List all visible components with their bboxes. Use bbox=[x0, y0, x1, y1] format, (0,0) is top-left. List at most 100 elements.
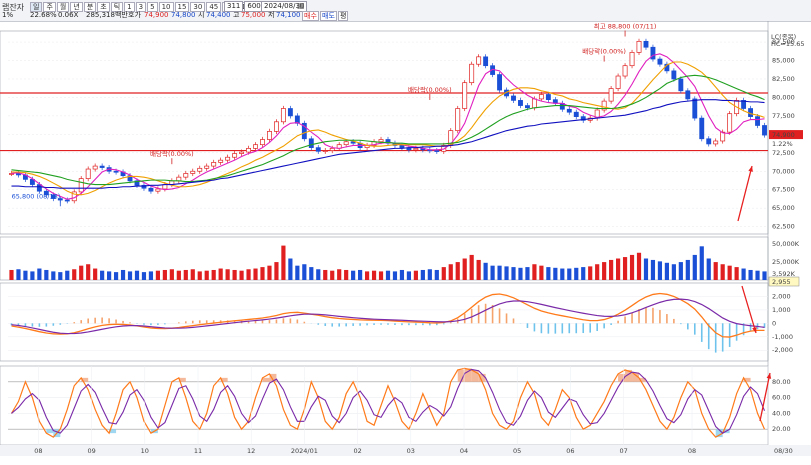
macd-osc-bar bbox=[624, 316, 626, 324]
volume-bar bbox=[344, 269, 349, 280]
volume-bar bbox=[58, 272, 63, 280]
amount: 285,318백만 bbox=[86, 11, 128, 19]
volume-bar bbox=[232, 269, 237, 280]
price-tick-label: 65,000 bbox=[772, 204, 795, 212]
volume-bar bbox=[274, 262, 279, 280]
volume-bar bbox=[218, 268, 223, 280]
price-tick-label: 85,000 bbox=[772, 57, 795, 65]
call-price: 74,900 bbox=[144, 11, 169, 19]
annotation-3: 배당락(0.00%) bbox=[150, 149, 194, 158]
volume-bar bbox=[497, 265, 502, 280]
volume-bar bbox=[37, 268, 42, 280]
candle-body bbox=[469, 63, 475, 84]
calendar-icon[interactable]: ▦ bbox=[297, 1, 305, 10]
macd-osc-bar bbox=[205, 320, 208, 324]
candle-body bbox=[657, 58, 663, 65]
volume-bar bbox=[657, 261, 663, 280]
candle-body bbox=[315, 147, 321, 152]
macd-osc-bar bbox=[52, 323, 55, 326]
volume-bar bbox=[643, 258, 649, 280]
candle-body bbox=[476, 56, 482, 65]
x-tick-label: 2024/01 bbox=[291, 447, 318, 455]
candle-body bbox=[455, 108, 461, 132]
macd-osc-bar bbox=[415, 323, 417, 326]
volume-bar bbox=[107, 271, 112, 280]
candle-body bbox=[462, 82, 468, 109]
volume-bar bbox=[574, 267, 579, 280]
macd-osc-bar bbox=[80, 320, 83, 324]
volume-bar bbox=[622, 257, 628, 280]
x-tick-label: 08 bbox=[688, 447, 696, 455]
sell-button[interactable]: 매도 bbox=[320, 11, 337, 21]
volume-bar bbox=[483, 262, 488, 280]
candle-body bbox=[643, 40, 649, 48]
macd-osc-bar bbox=[31, 323, 34, 327]
stoch-tick-label: 20.00 bbox=[772, 425, 791, 433]
flat-button[interactable]: 평 bbox=[338, 11, 349, 21]
macd-osc-bar bbox=[505, 313, 508, 324]
volume-bar bbox=[616, 258, 621, 280]
volume-bar bbox=[30, 271, 35, 280]
candle-body bbox=[329, 148, 335, 151]
candle-body bbox=[113, 170, 119, 173]
macd-osc-bar bbox=[673, 318, 675, 324]
macd-tick-label: 0 bbox=[772, 319, 776, 327]
volume-bar bbox=[588, 266, 593, 280]
macd-osc-bar bbox=[484, 303, 487, 324]
macd-osc-bar bbox=[394, 323, 396, 325]
volume-bar bbox=[664, 262, 669, 280]
candle-body bbox=[525, 105, 530, 109]
annotation-0: 최고 88,800 (07/11) bbox=[594, 21, 657, 30]
macd-osc-bar bbox=[749, 323, 752, 332]
volume-bar bbox=[65, 270, 70, 280]
volume-bar bbox=[211, 269, 216, 280]
x-tick-label: 05 bbox=[513, 447, 521, 455]
candle-body bbox=[399, 145, 405, 148]
macd-osc-bar bbox=[129, 322, 131, 324]
volume-bar bbox=[748, 269, 753, 280]
macd-osc-bar bbox=[380, 323, 382, 325]
macd-osc-bar bbox=[73, 322, 76, 324]
macd-osc-bar bbox=[359, 323, 361, 326]
macd-osc-bar bbox=[575, 323, 578, 334]
volume-bar bbox=[86, 264, 91, 280]
macd-osc-bar bbox=[554, 323, 557, 334]
call-price-2: 74,800 bbox=[171, 11, 196, 19]
macd-osc-bar bbox=[296, 319, 299, 324]
x-tick-label: 08/30 bbox=[774, 447, 793, 455]
candle-body bbox=[511, 95, 516, 101]
x-tick-label: 09 bbox=[87, 447, 95, 455]
x-tick-label: 08 bbox=[34, 447, 42, 455]
volume-bar bbox=[141, 272, 147, 280]
chart-toolbar: 랩잔자 일주월년분초틱1351015304560120▾ 311 600 202… bbox=[0, 0, 811, 22]
volume-bar bbox=[162, 269, 167, 280]
macd-osc-bar bbox=[449, 322, 452, 324]
high-price: 75,000 bbox=[241, 11, 266, 19]
volume-bar bbox=[316, 269, 321, 280]
stoch-tick-label: 40.00 bbox=[772, 409, 791, 417]
stock-chart[interactable]: 87,50085,00082,50080,00077,50075,00072,5… bbox=[0, 21, 811, 465]
macd-osc-bar bbox=[596, 323, 598, 332]
macd-osc-bar bbox=[631, 312, 633, 324]
macd-osc-bar bbox=[680, 323, 682, 325]
candle-body bbox=[615, 75, 621, 89]
x-tick-label: 10 bbox=[141, 447, 149, 455]
candle-body bbox=[378, 139, 384, 143]
volume-bar bbox=[560, 268, 565, 280]
macd-osc-bar bbox=[268, 320, 271, 324]
candle-body bbox=[413, 148, 419, 151]
candle-body bbox=[518, 100, 523, 106]
volume-bar bbox=[155, 270, 160, 280]
candle-body bbox=[232, 153, 238, 158]
macd-osc-bar bbox=[422, 323, 424, 326]
buy-button[interactable]: 매수 bbox=[302, 11, 319, 21]
macd-osc-bar bbox=[178, 322, 180, 324]
macd-osc-bar bbox=[143, 323, 145, 325]
candle-body bbox=[99, 165, 105, 168]
volume-bar bbox=[685, 259, 690, 280]
candle-body bbox=[225, 156, 231, 161]
macd-osc-bar bbox=[589, 323, 592, 333]
volume-bar bbox=[434, 269, 439, 280]
x-tick-label: 06 bbox=[566, 447, 574, 455]
candle-body bbox=[322, 150, 328, 152]
